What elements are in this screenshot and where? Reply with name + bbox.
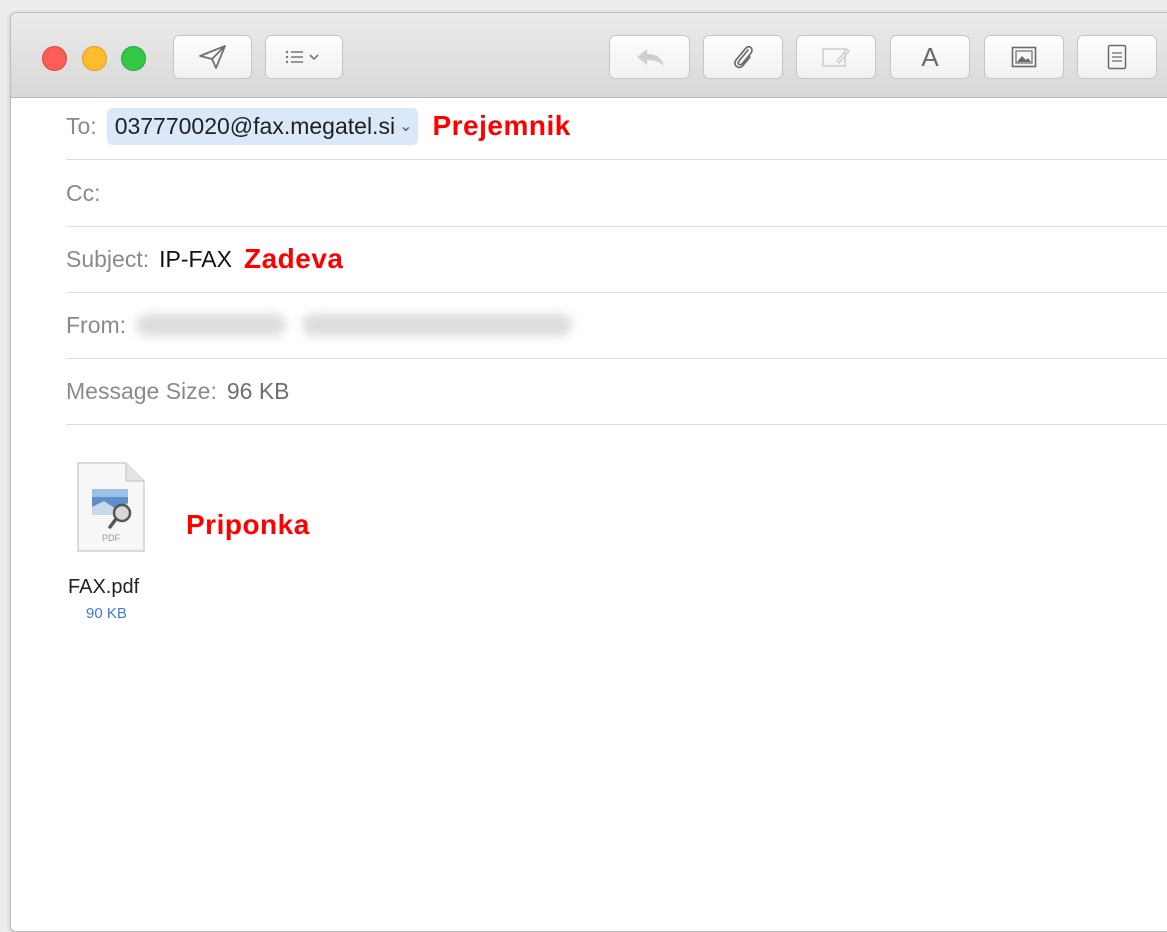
subject-value: IP-FAX — [159, 245, 232, 272]
attachment-size: 90 KB — [86, 605, 127, 622]
from-row[interactable]: From: — [66, 292, 1167, 359]
header-fields-button[interactable] — [265, 35, 343, 79]
photo-icon — [1011, 46, 1037, 68]
attach-button[interactable] — [703, 35, 783, 79]
to-row: To: 037770020@fax.megatel.si ⌄ Prejemnik — [66, 93, 1167, 160]
markup-icon — [821, 45, 851, 69]
reply-arrow-icon — [633, 46, 667, 68]
pdf-file-icon: PDF — [76, 461, 146, 553]
attachment-filename: FAX.pdf — [68, 576, 140, 598]
sender-name-redacted — [136, 314, 287, 336]
zoom-window-button[interactable] — [121, 46, 146, 71]
message-size-label: Message Size: — [66, 377, 217, 404]
cc-row[interactable]: Cc: — [66, 160, 1167, 227]
recipient-annotation: Prejemnik — [432, 110, 571, 141]
subject-annotation: Zadeva — [243, 243, 344, 274]
photo-browser-button[interactable] — [984, 35, 1064, 79]
toolbar: A — [11, 13, 1167, 98]
subject-row[interactable]: Subject: IP-FAX Zadeva — [66, 226, 1167, 293]
pdf-type-label: PDF — [102, 533, 121, 543]
from-label: From: — [66, 311, 127, 338]
paperclip-icon — [731, 42, 755, 72]
send-button[interactable] — [173, 35, 252, 79]
recipient-address: 037770020@fax.megatel.si — [114, 112, 396, 139]
attachment-annotation: Priponka — [186, 509, 310, 540]
close-window-button[interactable] — [42, 46, 67, 71]
to-label: To: — [66, 112, 97, 139]
markup-button[interactable] — [796, 35, 876, 79]
minimize-window-button[interactable] — [82, 46, 107, 71]
reply-button[interactable] — [609, 35, 690, 79]
message-size-value: 96 KB — [226, 377, 290, 404]
list-chevron-icon — [284, 49, 324, 65]
format-button[interactable]: A — [890, 35, 970, 79]
recipient-token[interactable]: 037770020@fax.megatel.si ⌄ — [106, 107, 419, 145]
subject-label: Subject: — [66, 245, 150, 272]
cc-label: Cc: — [66, 179, 101, 206]
paper-plane-icon — [198, 44, 228, 70]
stationery-button[interactable] — [1077, 35, 1157, 79]
font-a-icon: A — [921, 41, 939, 72]
template-icon — [1107, 44, 1127, 70]
mail-compose-window: A To: 037770020@fax.megatel.si ⌄ Prejemn… — [10, 12, 1167, 932]
message-size-row: Message Size: 96 KB — [66, 358, 1167, 425]
chevron-down-icon: ⌄ — [399, 118, 413, 135]
sender-email-redacted — [302, 314, 573, 336]
